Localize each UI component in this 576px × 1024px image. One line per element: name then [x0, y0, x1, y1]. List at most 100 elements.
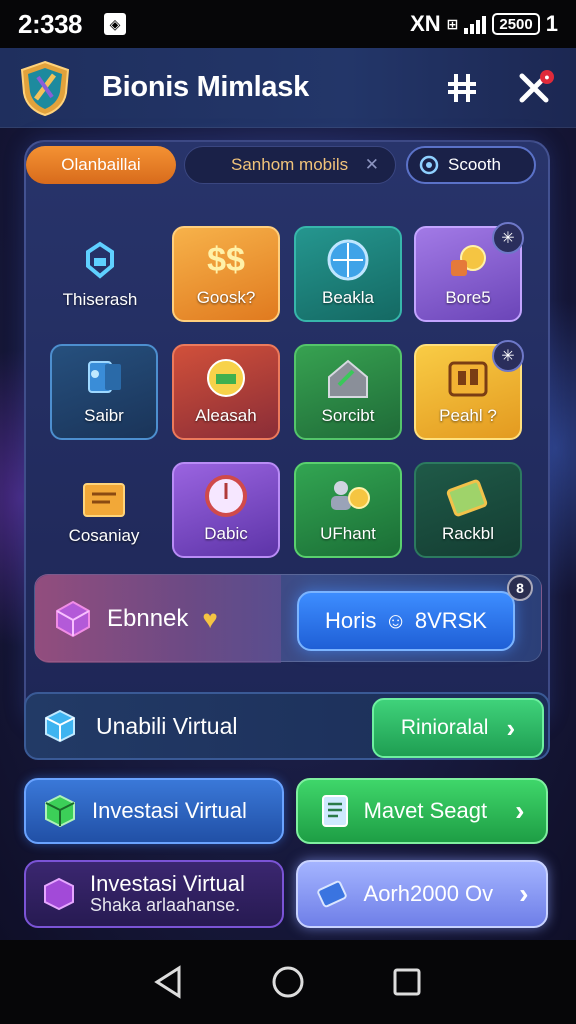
aorh-button[interactable]: Aorh2000 Ov › [296, 860, 548, 928]
home-icon[interactable] [270, 964, 306, 1000]
app-notification-icon: ◈ [104, 13, 126, 35]
tile-label: Goosk? [196, 288, 256, 307]
tab-bar: Olanbaillai Sanhom mobils ✕ Scooth [26, 142, 548, 186]
tile-dabic[interactable]: Dabic [172, 462, 280, 558]
network-icon: ⊞ [446, 15, 459, 32]
row-action-button[interactable]: Rinioralal › [372, 698, 544, 758]
coins-icon [442, 238, 494, 282]
recents-icon[interactable] [389, 964, 425, 1000]
app-screen: Bionis Mimlask ● Olanbaillai Sanhom mobi… [0, 48, 576, 940]
card-label: Investasi Virtual [90, 871, 245, 896]
status-bar: 2:338 ◈ XN ⊞ 2500 1 [0, 0, 576, 48]
banner-action-button[interactable]: Horis ☺ 8VRSK [297, 591, 515, 651]
tile-sorcibt[interactable]: Sorcibt [294, 344, 402, 440]
tile-label: Rackbl [442, 524, 494, 543]
battery-icon: 2500 [492, 13, 540, 35]
settings-badge-icon[interactable]: ✳ [492, 222, 524, 254]
carrier-label: XN [410, 11, 441, 36]
chevron-right-icon: › [515, 795, 525, 826]
app-title: Bionis Mimlask [102, 71, 309, 103]
mail-icon [200, 356, 252, 400]
tile-label: UFhant [320, 524, 376, 543]
chevron-right-icon: › [506, 712, 516, 743]
tile-label: Sorcibt [321, 406, 375, 425]
tile-ufhant[interactable]: UFhant [294, 462, 402, 558]
money-icon [442, 474, 494, 518]
tile-label: Peahl ? [439, 406, 497, 425]
tile-label: Cosaniay [68, 526, 140, 545]
grid-menu-button[interactable] [438, 64, 486, 112]
cube-icon [44, 877, 74, 911]
banner-label: Ebnnek [107, 605, 189, 632]
search-button[interactable]: Scooth [406, 146, 536, 184]
banner-button-suffix: 8VRSK [414, 608, 487, 633]
settings-badge-icon[interactable]: ✳ [492, 340, 524, 372]
tile-cosaniay[interactable]: Cosaniay [50, 462, 158, 558]
tag-icon [316, 880, 347, 908]
chevron-right-icon: › [519, 878, 529, 909]
tile-label: Aleasah [195, 406, 257, 425]
tile-rackbl[interactable]: Rackbl [414, 462, 522, 558]
tile-label: Bore5 [445, 288, 491, 307]
tile-goosk[interactable]: $$ Goosk? [172, 226, 280, 322]
battery-level: 2500 [499, 15, 533, 33]
mavet-seagt-button[interactable]: Mavet Seagt › [296, 778, 548, 844]
cube-icon [56, 600, 90, 638]
signal-icon [464, 14, 487, 34]
banner-close-button[interactable]: 8 [507, 575, 533, 601]
tile-label: Beakla [322, 288, 374, 307]
search-placeholder: Sanhom mobils [231, 155, 349, 174]
house-icon [322, 356, 374, 400]
dollar-icon: $$ [207, 240, 245, 279]
heart-icon: ♥ [202, 603, 218, 634]
tab-overview[interactable]: Olanbaillai [26, 146, 176, 184]
card-label: Mavet Seagt [363, 798, 488, 823]
search-button-label: Scooth [448, 155, 501, 174]
notification-badge: ● [540, 69, 554, 84]
close-button[interactable]: ● [510, 64, 558, 112]
robot-icon [78, 356, 130, 400]
main-panel: Olanbaillai Sanhom mobils ✕ Scooth Thise… [24, 140, 550, 726]
battery-suffix: 1 [545, 11, 558, 36]
card-text: Investasi Virtual Shaka arlaahanse. [90, 871, 245, 916]
search-input[interactable]: Sanhom mobils ✕ [184, 146, 396, 184]
banner-promo-label[interactable]: Ebnnek ♥ [35, 575, 281, 663]
card-label: Aorh2000 Ov [363, 881, 494, 906]
tile-label: Saibr [84, 406, 124, 425]
tile-beakla[interactable]: Beakla [294, 226, 402, 322]
tile-thiserash[interactable]: Thiserash [46, 226, 154, 322]
tile-label: Dabic [204, 524, 248, 543]
card-subtitle: Shaka arlaahanse. [90, 895, 241, 916]
back-icon[interactable] [151, 964, 187, 1000]
system-nav-bar [0, 940, 576, 1024]
shield-logo-icon [20, 60, 70, 116]
status-indicators: XN ⊞ 2500 1 [410, 11, 558, 37]
app-header: Bionis Mimlask ● [0, 48, 576, 128]
grid-icon [448, 73, 476, 102]
tile-peahl[interactable]: Peahl ? ✳ [414, 340, 524, 440]
folder-icon [78, 476, 130, 520]
search-icon [419, 155, 439, 175]
tile-bore5[interactable]: Bore5 ✳ [414, 222, 524, 322]
tile-saibr[interactable]: Saibr [50, 344, 158, 440]
promo-banner: Ebnnek ♥ Horis ☺ 8VRSK 8 [34, 574, 542, 663]
card-label: Investasi Virtual [92, 798, 247, 823]
header-actions: ● [438, 64, 558, 112]
cube-icon [45, 794, 75, 828]
wallet-icon [442, 356, 494, 400]
tab-label: Olanbaillai [61, 155, 141, 174]
virtual-row[interactable]: Unabili Virtual Rinioralal › [24, 692, 550, 760]
tag-icon [74, 240, 126, 284]
globe-icon [322, 238, 374, 282]
tile-aleasah[interactable]: Aleasah [172, 344, 280, 440]
investasi-virtual-button[interactable]: Investasi Virtual [24, 778, 284, 844]
document-icon [321, 795, 348, 827]
investasi-virtual-info-button[interactable]: Investasi Virtual Shaka arlaahanse. [24, 860, 284, 928]
search-icon: ✕ [364, 155, 379, 174]
tile-label: Thiserash [62, 290, 138, 309]
close-icon: 8 [516, 580, 524, 596]
row-button-label: Rinioralal [400, 716, 489, 739]
box-icon [45, 709, 75, 743]
people-icon [322, 474, 374, 518]
status-time: 2:338 [18, 8, 83, 39]
